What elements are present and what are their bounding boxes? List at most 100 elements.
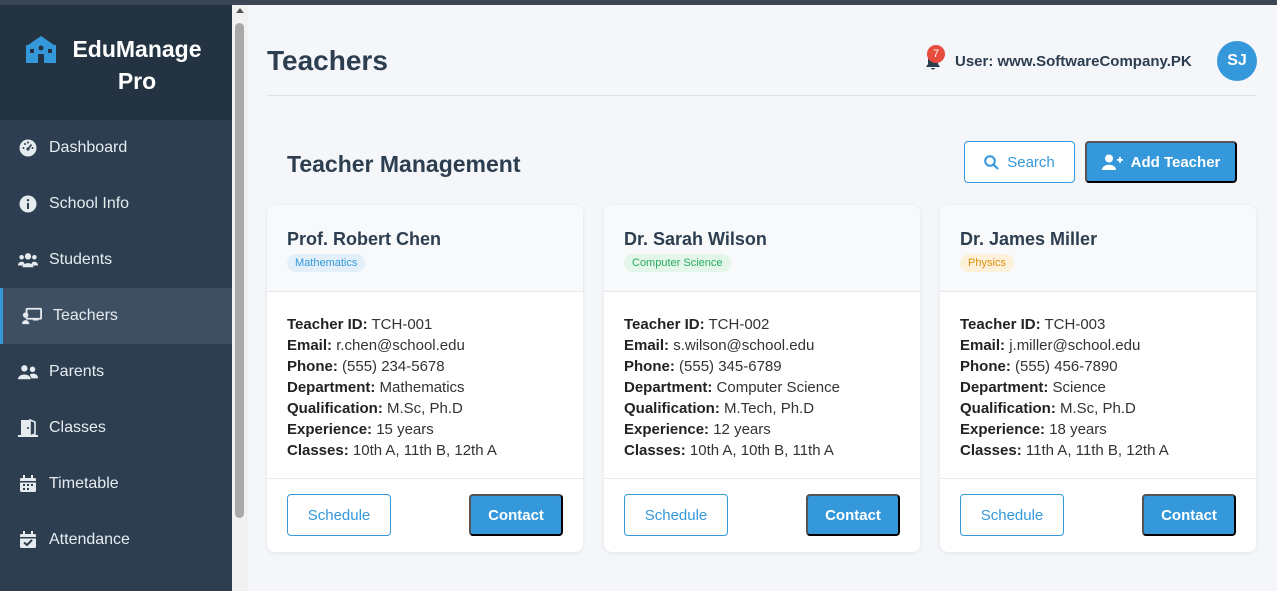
teacher-classes: 10th A, 11th B, 12th A [352,442,497,459]
department-row: Department: Computer Science [624,377,900,398]
email-row: Email: j.miller@school.edu [960,335,1236,356]
card-header: Dr. James Miller Physics [940,205,1256,292]
sidebar-item-label: Students [49,251,113,268]
teacher-id-row: Teacher ID: TCH-001 [287,314,563,335]
sidebar-item-teachers[interactable]: Teachers [0,288,232,344]
add-teacher-label: Add Teacher [1130,153,1221,171]
field-label: Email: [960,337,1006,354]
field-label: Phone: [624,358,675,375]
search-button[interactable]: Search [964,141,1075,183]
search-button-label: Search [1007,153,1055,171]
contact-button[interactable]: Contact [806,494,900,536]
subject-badge: Physics [960,254,1014,272]
schedule-button[interactable]: Schedule [624,494,728,536]
teacher-email: j.miller@school.edu [1009,337,1141,354]
field-label: Email: [624,337,670,354]
section-title: Teacher Management [287,151,521,177]
experience-row: Experience: 12 years [624,419,900,440]
teacher-department: Science [1052,379,1106,396]
sidebar-scrollbar[interactable] [232,5,248,591]
teacher-name: Dr. Sarah Wilson [624,229,767,249]
sidebar-item-attendance[interactable]: Attendance [0,512,232,568]
contact-button[interactable]: Contact [1142,494,1236,536]
sidebar-item-label: Parents [49,363,105,380]
teacher-email: s.wilson@school.edu [673,337,815,354]
subject-badge: Computer Science [624,254,731,272]
sidebar-item-label: Teachers [53,307,118,324]
teacher-id-row: Teacher ID: TCH-002 [624,314,900,335]
card-details: Teacher ID: TCH-003 Email: j.miller@scho… [940,292,1256,479]
header-divider [267,95,1257,96]
field-label: Phone: [287,358,338,375]
field-label: Classes: [960,442,1022,459]
field-label: Qualification: [960,400,1056,417]
card-footer: Schedule Contact [604,479,920,551]
teacher-phone: (555) 234-5678 [342,358,445,375]
teacher-experience: 15 years [376,421,434,438]
field-label: Department: [287,379,376,396]
user-label: User: www.SoftwareCompany.PK [955,53,1192,70]
card-header: Prof. Robert Chen Mathematics [267,205,583,292]
teacher-email: r.chen@school.edu [336,337,465,354]
field-label: Experience: [624,421,710,438]
phone-row: Phone: (555) 456-7890 [960,356,1236,377]
scroll-up-arrow-icon[interactable] [236,8,244,13]
field-label: Teacher ID: [960,316,1041,333]
brand[interactable]: EduManage Pro [0,5,232,120]
classes-row: Classes: 11th A, 11th B, 12th A [960,440,1236,461]
teacher-qualification: M.Tech, Ph.D [724,400,815,417]
avatar[interactable]: SJ [1217,41,1257,81]
schedule-button[interactable]: Schedule [960,494,1064,536]
brand-line2: Pro [117,68,157,94]
sidebar-item-classes[interactable]: Classes [0,400,232,456]
user-friends-icon [18,362,38,382]
add-teacher-button[interactable]: Add Teacher [1085,141,1237,183]
card-header: Dr. Sarah Wilson Computer Science [604,205,920,292]
scrollbar-thumb[interactable] [235,23,244,518]
field-label: Classes: [287,442,349,459]
teacher-id: TCH-001 [371,316,433,333]
subject-badge: Mathematics [287,254,366,272]
sidebar-item-school-info[interactable]: School Info [0,176,232,232]
qualification-row: Qualification: M.Sc, Ph.D [287,398,563,419]
sidebar-item-timetable[interactable]: Timetable [0,456,232,512]
page-title: Teachers [267,45,388,76]
sidebar: EduManage Pro Dashboard School Info Stud… [0,5,232,591]
field-label: Teacher ID: [287,316,368,333]
school-icon [26,36,56,63]
gauge-icon [18,138,38,158]
user-plus-icon [1101,154,1123,170]
sidebar-item-label: School Info [49,195,130,212]
door-open-icon [18,418,38,438]
calendar-icon [18,474,38,494]
card-details: Teacher ID: TCH-002 Email: s.wilson@scho… [604,292,920,479]
notification-badge: 7 [927,45,945,63]
sidebar-item-students[interactable]: Students [0,232,232,288]
sidebar-nav: Dashboard School Info Students Teachers … [0,120,232,568]
teacher-id: TCH-002 [708,316,770,333]
card-footer: Schedule Contact [940,479,1256,551]
brand-name: EduManage Pro [72,33,202,97]
qualification-row: Qualification: M.Sc, Ph.D [960,398,1236,419]
sidebar-item-label: Dashboard [49,139,128,156]
field-label: Qualification: [624,400,720,417]
field-label: Department: [624,379,713,396]
department-row: Department: Mathematics [287,377,563,398]
email-row: Email: s.wilson@school.edu [624,335,900,356]
teacher-department: Mathematics [379,379,465,396]
sidebar-item-label: Timetable [49,475,119,492]
teacher-phone: (555) 456-7890 [1015,358,1118,375]
field-label: Classes: [624,442,686,459]
contact-button[interactable]: Contact [469,494,563,536]
sidebar-item-dashboard[interactable]: Dashboard [0,120,232,176]
calendar-check-icon [18,530,38,550]
chalkboard-teacher-icon [22,306,42,326]
schedule-button[interactable]: Schedule [287,494,391,536]
sidebar-item-label: Attendance [49,531,130,548]
sidebar-item-parents[interactable]: Parents [0,344,232,400]
teacher-name: Dr. James Miller [960,229,1098,249]
teacher-card: Dr. Sarah Wilson Computer Science Teache… [604,205,920,552]
classes-row: Classes: 10th A, 10th B, 11th A [624,440,900,461]
teacher-phone: (555) 345-6789 [679,358,782,375]
field-label: Qualification: [287,400,383,417]
